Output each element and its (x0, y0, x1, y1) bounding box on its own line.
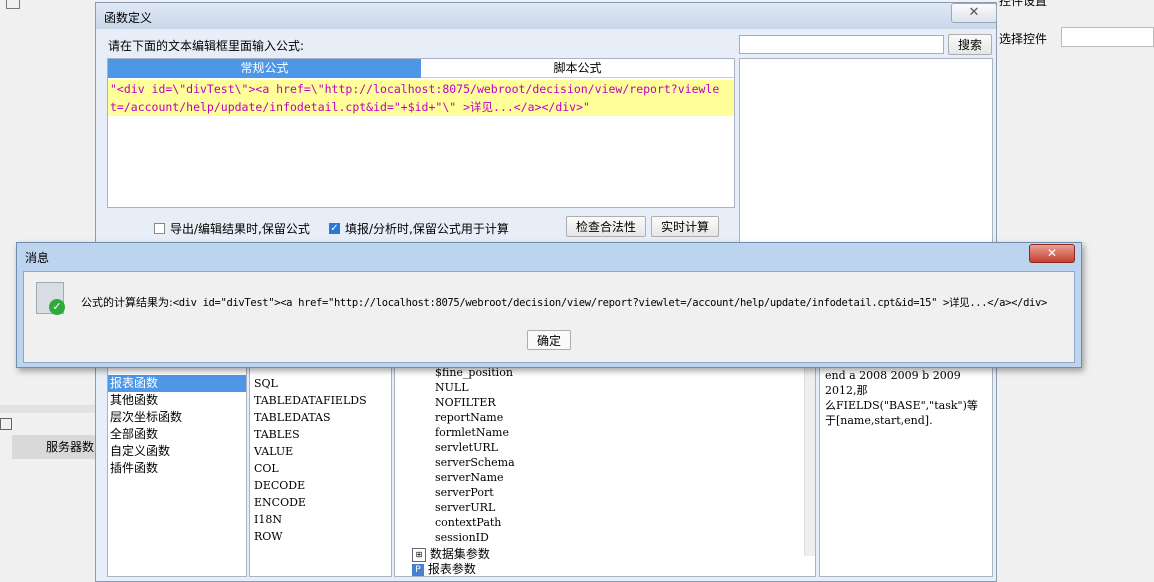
tab-regular-formula[interactable]: 常规公式 (108, 59, 421, 78)
panel-icon (0, 418, 12, 430)
help-panel (739, 58, 993, 248)
category-item[interactable]: 其他函数 (108, 392, 246, 409)
formula-description-panel: end a 2008 2009 b 2009 2012,那 么FIELDS("B… (819, 365, 993, 577)
function-item[interactable]: ROW (252, 528, 390, 545)
category-item[interactable]: 全部函数 (108, 426, 246, 443)
variable-item[interactable]: serverPort (435, 485, 515, 500)
message-close-button[interactable]: ✕ (1029, 244, 1075, 263)
fill-keep-formula-checkbox[interactable]: ✓ (329, 223, 340, 234)
category-item[interactable]: 自定义函数 (108, 443, 246, 460)
report-param-icon: P (412, 563, 424, 576)
function-item[interactable]: TABLES (252, 426, 390, 443)
select-control-input[interactable] (1061, 27, 1154, 47)
export-keep-formula-checkbox[interactable] (154, 223, 165, 234)
file-icon (6, 0, 20, 9)
select-control-label: 选择控件 (999, 32, 1048, 46)
tree-group-label: 报表参数 (427, 562, 476, 576)
variable-item[interactable]: serverURL (435, 500, 515, 515)
check-validity-button[interactable]: 检查合法性 (566, 216, 646, 237)
ok-button[interactable]: 确定 (527, 330, 571, 350)
variable-item[interactable]: NULL (435, 380, 515, 395)
category-item[interactable]: 报表函数 (108, 375, 246, 392)
close-button[interactable]: ✕ (951, 3, 997, 23)
tree-group-report[interactable]: P 报表参数 (412, 561, 476, 577)
function-name-list: SQL TABLEDATAFIELDS TABLEDATAS TABLES VA… (249, 365, 392, 577)
variable-item[interactable]: sessionID (435, 530, 515, 545)
variable-item[interactable]: servletURL (435, 440, 515, 455)
background-divider (0, 405, 95, 413)
category-item[interactable]: 插件函数 (108, 460, 246, 477)
category-item[interactable]: 层次坐标函数 (108, 409, 246, 426)
function-item[interactable]: ENCODE (252, 494, 390, 511)
function-item[interactable]: VALUE (252, 443, 390, 460)
formula-line-2: t=/account/help/update/infodetail.cpt&id… (110, 100, 590, 114)
tree-group-label: 数据集参数 (429, 547, 490, 561)
dataset-param-icon: ⊞ (412, 547, 426, 562)
formula-instruction: 请在下面的文本编辑框里面输入公式: (108, 39, 305, 53)
search-button[interactable]: 搜索 (948, 34, 992, 55)
success-check-icon: ✓ (49, 299, 65, 315)
tree-group-dataset[interactable]: ⊞ 数据集参数 (412, 546, 490, 562)
variable-item[interactable]: serverName (435, 470, 515, 485)
variable-item[interactable]: serverSchema (435, 455, 515, 470)
message-body: ✓ 公式的计算结果为:<div id="divTest"><a href="ht… (23, 271, 1075, 363)
formula-editor-panel: 常规公式 脚本公式 "<div id=\"divTest\"><a href=\… (107, 58, 735, 208)
variable-tree: $fine_position NULL NOFILTER reportName … (394, 365, 816, 577)
formula-line-1: "<div id=\"divTest\"><a href=\"http://lo… (110, 82, 720, 96)
function-item[interactable]: TABLEDATAFIELDS (252, 392, 390, 409)
variable-item[interactable]: formletName (435, 425, 515, 440)
fill-keep-formula-label: 填报/分析时,保留公式用于计算 (345, 222, 509, 236)
function-item[interactable]: TABLEDATAS (252, 409, 390, 426)
variable-item[interactable]: reportName (435, 410, 515, 425)
export-keep-formula-label: 导出/编辑结果时,保留公式 (170, 222, 310, 236)
dialog-title: 函数定义 (104, 11, 153, 25)
close-icon: ✕ (1046, 246, 1058, 260)
formula-textarea[interactable]: "<div id=\"divTest\"><a href=\"http://lo… (108, 80, 734, 116)
function-item[interactable]: DECODE (252, 477, 390, 494)
info-doc-icon: ✓ (36, 282, 65, 315)
dialog-titlebar: 函数定义 ✕ (96, 3, 997, 29)
tab-script-formula[interactable]: 脚本公式 (421, 59, 734, 78)
variable-scrollbar[interactable] (804, 366, 815, 556)
search-input[interactable] (739, 35, 944, 54)
message-title: 消息 (25, 251, 50, 265)
function-item[interactable]: SQL (252, 375, 390, 392)
close-icon: ✕ (968, 5, 980, 20)
description-line: 于[name,start,end]. (825, 414, 933, 427)
control-settings-label: 控件设置 (999, 0, 1048, 8)
result-label: 公式的计算结果为: (81, 296, 173, 309)
variable-item[interactable]: contextPath (435, 515, 515, 530)
server-dataset-tab[interactable]: 服务器数 (12, 435, 95, 459)
description-line: 2012,那 (825, 384, 868, 397)
message-dialog: 消息 ✕ ✓ 公式的计算结果为:<div id="divTest"><a hre… (16, 242, 1082, 368)
description-line: 么FIELDS("BASE","task")等 (825, 399, 978, 412)
function-item[interactable]: I18N (252, 511, 390, 528)
function-category-list: 报表函数 其他函数 层次坐标函数 全部函数 自定义函数 插件函数 (107, 365, 247, 577)
function-item[interactable]: COL (252, 460, 390, 477)
variable-item[interactable]: NOFILTER (435, 395, 515, 410)
result-value: <div id="divTest"><a href="http://localh… (172, 297, 1048, 309)
result-text: 公式的计算结果为:<div id="divTest"><a href="http… (81, 294, 1047, 310)
description-line: end a 2008 2009 b 2009 (825, 369, 961, 382)
realtime-calc-button[interactable]: 实时计算 (651, 216, 719, 237)
